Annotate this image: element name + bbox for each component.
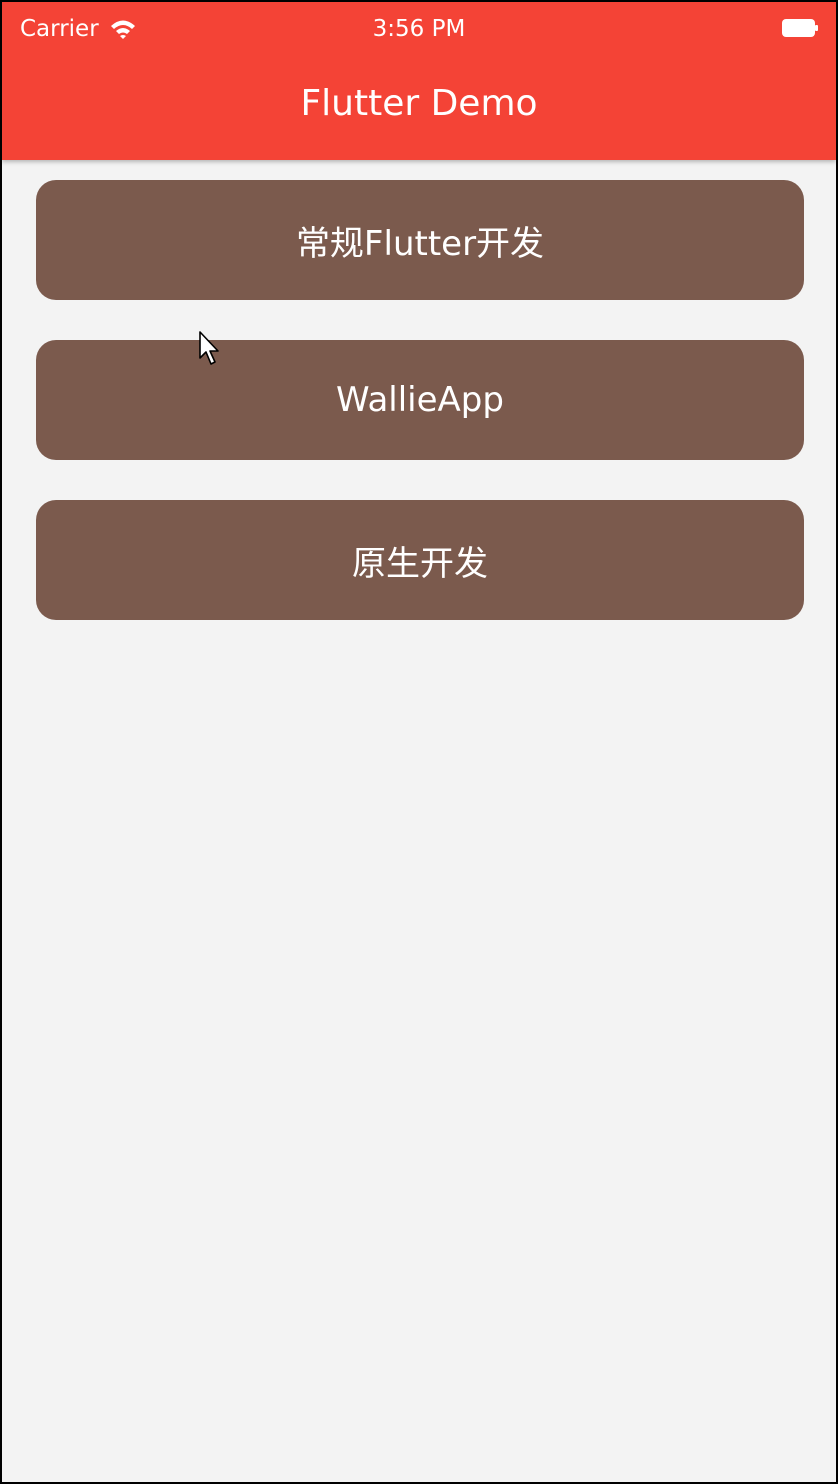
battery-icon	[782, 19, 818, 37]
app-screen: Carrier 3:56 PM Flutter Demo 常规Flutter开发…	[2, 2, 836, 1482]
mouse-cursor-icon	[199, 331, 219, 365]
main-content: 常规Flutter开发 WallieApp 原生开发	[2, 160, 836, 1482]
native-dev-button[interactable]: 原生开发	[36, 500, 804, 620]
page-title: Flutter Demo	[300, 83, 538, 124]
wallie-app-button[interactable]: WallieApp	[36, 340, 804, 460]
status-bar: Carrier 3:56 PM	[2, 2, 836, 56]
wallie-app-button-label: WallieApp	[336, 380, 504, 420]
flutter-dev-button[interactable]: 常规Flutter开发	[36, 180, 804, 300]
native-dev-button-label: 原生开发	[352, 543, 488, 584]
status-time: 3:56 PM	[372, 16, 466, 42]
flutter-dev-button-label: 常规Flutter开发	[295, 223, 545, 264]
app-bar: Carrier 3:56 PM Flutter Demo	[2, 2, 836, 160]
